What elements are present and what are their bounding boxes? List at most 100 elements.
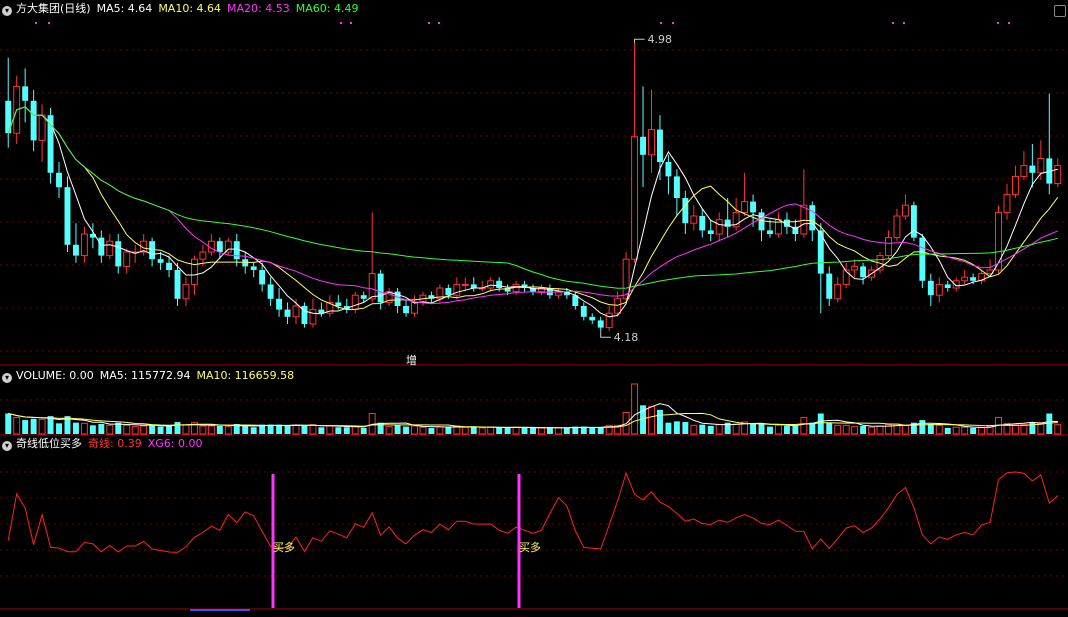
volume-bar [817, 413, 824, 434]
volume-bar [758, 424, 765, 434]
candle-body [199, 251, 207, 260]
candle-body [403, 306, 410, 314]
candle-body [851, 265, 859, 271]
chart-canvas: 4.98 4.18 增买多 买多 [0, 22, 1068, 611]
candle-body [690, 215, 698, 224]
volume-bar [207, 425, 215, 435]
volume-bar [554, 427, 562, 435]
volume-bar [250, 427, 257, 434]
volume-bar [842, 424, 850, 435]
signal-dot [428, 22, 430, 24]
volume-bar [419, 426, 427, 435]
volume-bar [72, 422, 79, 434]
candle-body [927, 280, 934, 296]
volume-bar [123, 424, 131, 435]
candle-body [56, 172, 62, 188]
indicator-legend: 奇线: 0.39 XG6: 0.00 [88, 437, 208, 450]
main-panel-header: ▾ 方大集团(日线) MA5: 4.64 MA10: 4.64 MA20: 4.53 MA… [2, 2, 370, 16]
signal-dot [892, 22, 894, 24]
candle-body [267, 284, 274, 299]
candle-body [30, 100, 37, 141]
candle-body [276, 298, 283, 310]
volume-bar [445, 427, 452, 434]
candle-body [292, 305, 300, 318]
candle-body [970, 277, 977, 281]
volume-bar [783, 425, 790, 434]
candle-body [893, 215, 901, 239]
volume-bar [834, 424, 842, 435]
volume-bar [411, 425, 418, 435]
candle-body [605, 312, 613, 329]
signal-dot [660, 22, 662, 24]
candle-body [250, 266, 257, 270]
volume-bar [182, 424, 190, 435]
volume-label-0: VOLUME: 0.00 [16, 369, 94, 382]
candle-body [834, 283, 842, 300]
volume-bar [521, 427, 528, 434]
candle-body [1037, 157, 1045, 174]
candle-body [174, 270, 181, 299]
ma60-line [7, 106, 1058, 289]
volume-bar [851, 426, 859, 435]
ma-legend: MA5: 4.64 MA10: 4.64 MA20: 4.53 MA60: 4.49 [97, 2, 365, 15]
volume-bar [530, 427, 536, 434]
candle-body [944, 284, 951, 288]
candle-body [309, 309, 317, 325]
volume-bar [174, 422, 181, 434]
volume-bar [461, 426, 469, 435]
volume-bar [22, 420, 29, 434]
volume-bar [538, 427, 545, 435]
candle-body [919, 237, 926, 281]
volume-bar [631, 383, 639, 435]
volume-bar [106, 424, 114, 435]
candle-body [318, 309, 325, 314]
candle-body [699, 216, 706, 231]
volume-bar [715, 424, 723, 435]
volume-bar [30, 418, 37, 434]
volume-bar [428, 427, 435, 434]
indicator-label-1: XG6: 0.00 [147, 437, 203, 450]
signal-dot [1008, 22, 1010, 24]
volume-bar [292, 424, 300, 435]
candle-body [589, 316, 596, 321]
volume-bar [224, 426, 232, 435]
volume-bar [131, 426, 139, 435]
candle-body [98, 237, 105, 256]
volume-bar [952, 426, 960, 435]
collapse-icon[interactable]: ▾ [2, 373, 12, 383]
candle-body [995, 211, 1002, 271]
volume-bar [478, 427, 486, 435]
candle-body [631, 136, 639, 260]
volume-bar [56, 423, 62, 434]
candle-body [767, 230, 773, 234]
volume-bar [5, 413, 12, 434]
candle-body [707, 230, 714, 234]
collapse-icon[interactable]: ▾ [2, 441, 12, 451]
volume-bar [13, 416, 21, 435]
volume-bar [961, 426, 969, 435]
panel-settings-button[interactable] [1054, 5, 1066, 17]
candle-body [190, 258, 198, 285]
volume-bar [1054, 424, 1062, 435]
volume-bar [750, 424, 757, 434]
buy-signal-label: 买多 [273, 540, 295, 554]
volume-panel-header: ▾ VOLUME: 0.00 MA5: 115772.94 MA10: 116659.… [2, 369, 306, 383]
volume-bar [343, 427, 350, 434]
volume-bar [512, 426, 520, 435]
candle-body [961, 276, 969, 282]
volume-bar [707, 425, 714, 434]
volume-bar [301, 425, 308, 434]
candle-body [910, 205, 917, 238]
candle-body [1020, 165, 1028, 177]
volume-bar [38, 418, 46, 435]
volume-bar [360, 427, 367, 434]
candle-body [106, 240, 114, 257]
candle-body [682, 198, 689, 224]
candle-body [656, 129, 663, 162]
volume-bar [335, 427, 342, 434]
candle-body [259, 270, 266, 285]
collapse-icon[interactable]: ▾ [2, 6, 12, 16]
candle-body [826, 273, 833, 299]
volume-bar [732, 423, 740, 435]
volume-bar [597, 427, 604, 434]
